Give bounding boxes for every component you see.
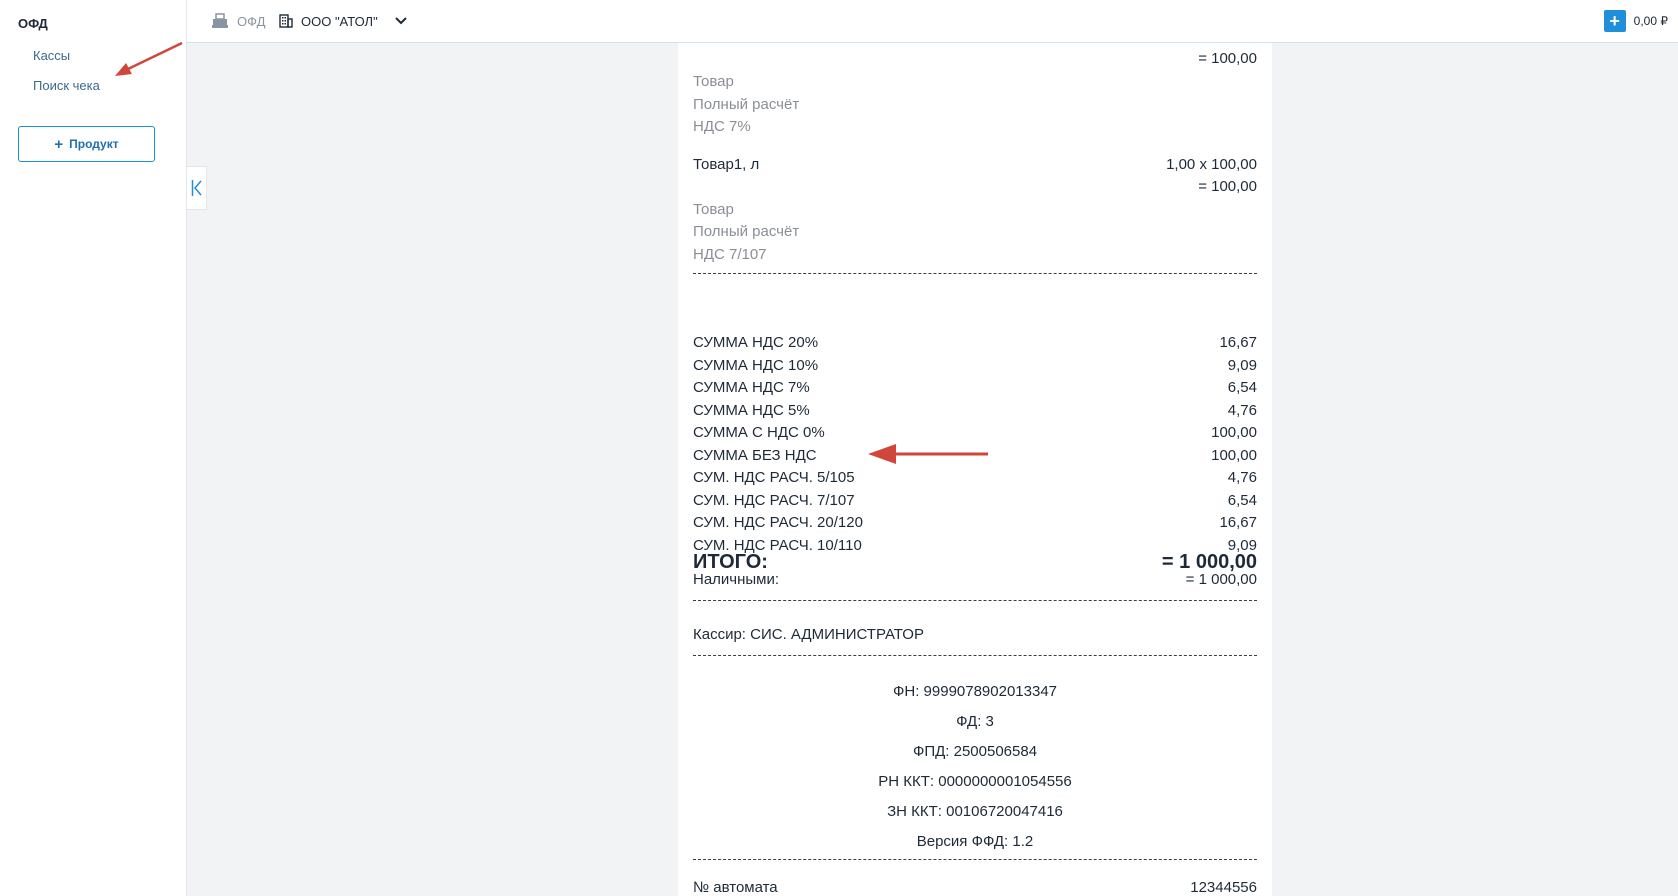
vat-row-value: 16,67 (1219, 514, 1257, 531)
breadcrumb-ofd-label: ОФД (237, 13, 266, 29)
cashier: Кассир: СИС. АДМИНИСТРАТОР (693, 626, 924, 643)
vat-row-label: СУММА С НДС 0% (693, 424, 825, 441)
item2-attr: Полный расчёт (693, 223, 800, 240)
balance-area: + 0,00 ₽ (1603, 0, 1668, 42)
vat-row-label: СУММА НДС 10% (693, 356, 819, 374)
divider (693, 600, 1257, 601)
cash-register-icon (212, 13, 228, 28)
item1-attr: Полный расчёт (693, 96, 800, 113)
vat-row-value: 6,54 (1227, 491, 1257, 509)
add-product-button[interactable]: + Продукт (18, 126, 155, 162)
divider (693, 859, 1257, 860)
item2-attr: Товар (693, 201, 734, 218)
building-icon (279, 14, 293, 28)
machine-value: 12344556 (1190, 879, 1257, 896)
add-balance-button[interactable]: + (1603, 10, 1626, 32)
breadcrumb-ofd[interactable]: ОФД (211, 0, 265, 42)
receipt: = 100,00 Товар Полный расчёт НДС 7% Това… (678, 43, 1272, 896)
vat-row-value: 9,09 (1227, 356, 1257, 374)
vat-row-label: СУММА БЕЗ НДС (693, 446, 817, 464)
fiscal-line: ФПД: 2500506584 (912, 743, 1038, 760)
org-name: ООО "АТОЛ" (301, 13, 378, 29)
cash-label: Наличными: (693, 571, 780, 588)
collapse-left-icon (191, 180, 202, 196)
fiscal-line: ФН: 9999078902013347 (892, 683, 1058, 700)
fiscal-line: ФД: 3 (956, 713, 994, 730)
item2-total: = 100,00 (1198, 178, 1257, 195)
vat-row-value: 4,76 (1227, 469, 1257, 486)
divider (693, 655, 1257, 656)
cash-value: = 1 000,00 (1185, 571, 1257, 588)
add-product-label: Продукт (69, 137, 119, 151)
vat-row-value: 100,00 (1211, 446, 1257, 464)
item2-attr: НДС 7/107 (693, 246, 767, 263)
vat-row-label: СУМ. НДС РАСЧ. 7/107 (693, 491, 855, 509)
vat-row-value: 4,76 (1227, 401, 1257, 419)
fiscal-line: Версия ФФД: 1.2 (916, 833, 1034, 850)
item1-total: = 100,00 (1198, 50, 1257, 67)
item1-attr: НДС 7% (693, 118, 751, 135)
sidebar-title: ОФД (18, 16, 48, 31)
org-selector[interactable]: ООО "АТОЛ" (279, 0, 408, 42)
top-bar: ОФД ООО "АТОЛ" + 0,00 ₽ (187, 0, 1678, 43)
item2-qty-price: 1,00 x 100,00 (1166, 156, 1257, 173)
machine-label: № автомата (693, 879, 778, 896)
plus-icon: + (54, 135, 64, 153)
vat-row-label: СУМ. НДС РАСЧ. 5/105 (693, 469, 855, 486)
vat-row-value: 16,67 (1219, 334, 1257, 351)
sidebar-collapse-toggle[interactable] (187, 166, 207, 210)
sidebar-item-kassy[interactable]: Кассы (33, 48, 70, 63)
item1-attr: Товар (693, 73, 734, 90)
vat-row-value: 6,54 (1227, 379, 1257, 396)
fiscal-line: ЗН ККТ: 00106720047416 (887, 803, 1063, 820)
item2-name: Товар1, л (693, 156, 760, 173)
balance-value: 0,00 ₽ (1633, 14, 1668, 28)
sidebar: ОФД Кассы Поиск чека + Продукт (0, 0, 187, 896)
vat-row-value: 100,00 (1211, 424, 1257, 441)
sidebar-item-receipt-search[interactable]: Поиск чека (33, 78, 100, 93)
chevron-down-icon (394, 17, 407, 25)
vat-row-label: СУММА НДС 7% (693, 379, 810, 396)
vat-row-label: СУММА НДС 5% (693, 401, 810, 419)
fiscal-line: РН ККТ: 0000000001054556 (878, 773, 1072, 790)
divider (693, 273, 1257, 274)
vat-row-label: СУМ. НДС РАСЧ. 20/120 (693, 514, 863, 531)
vat-row-label: СУММА НДС 20% (693, 334, 819, 351)
